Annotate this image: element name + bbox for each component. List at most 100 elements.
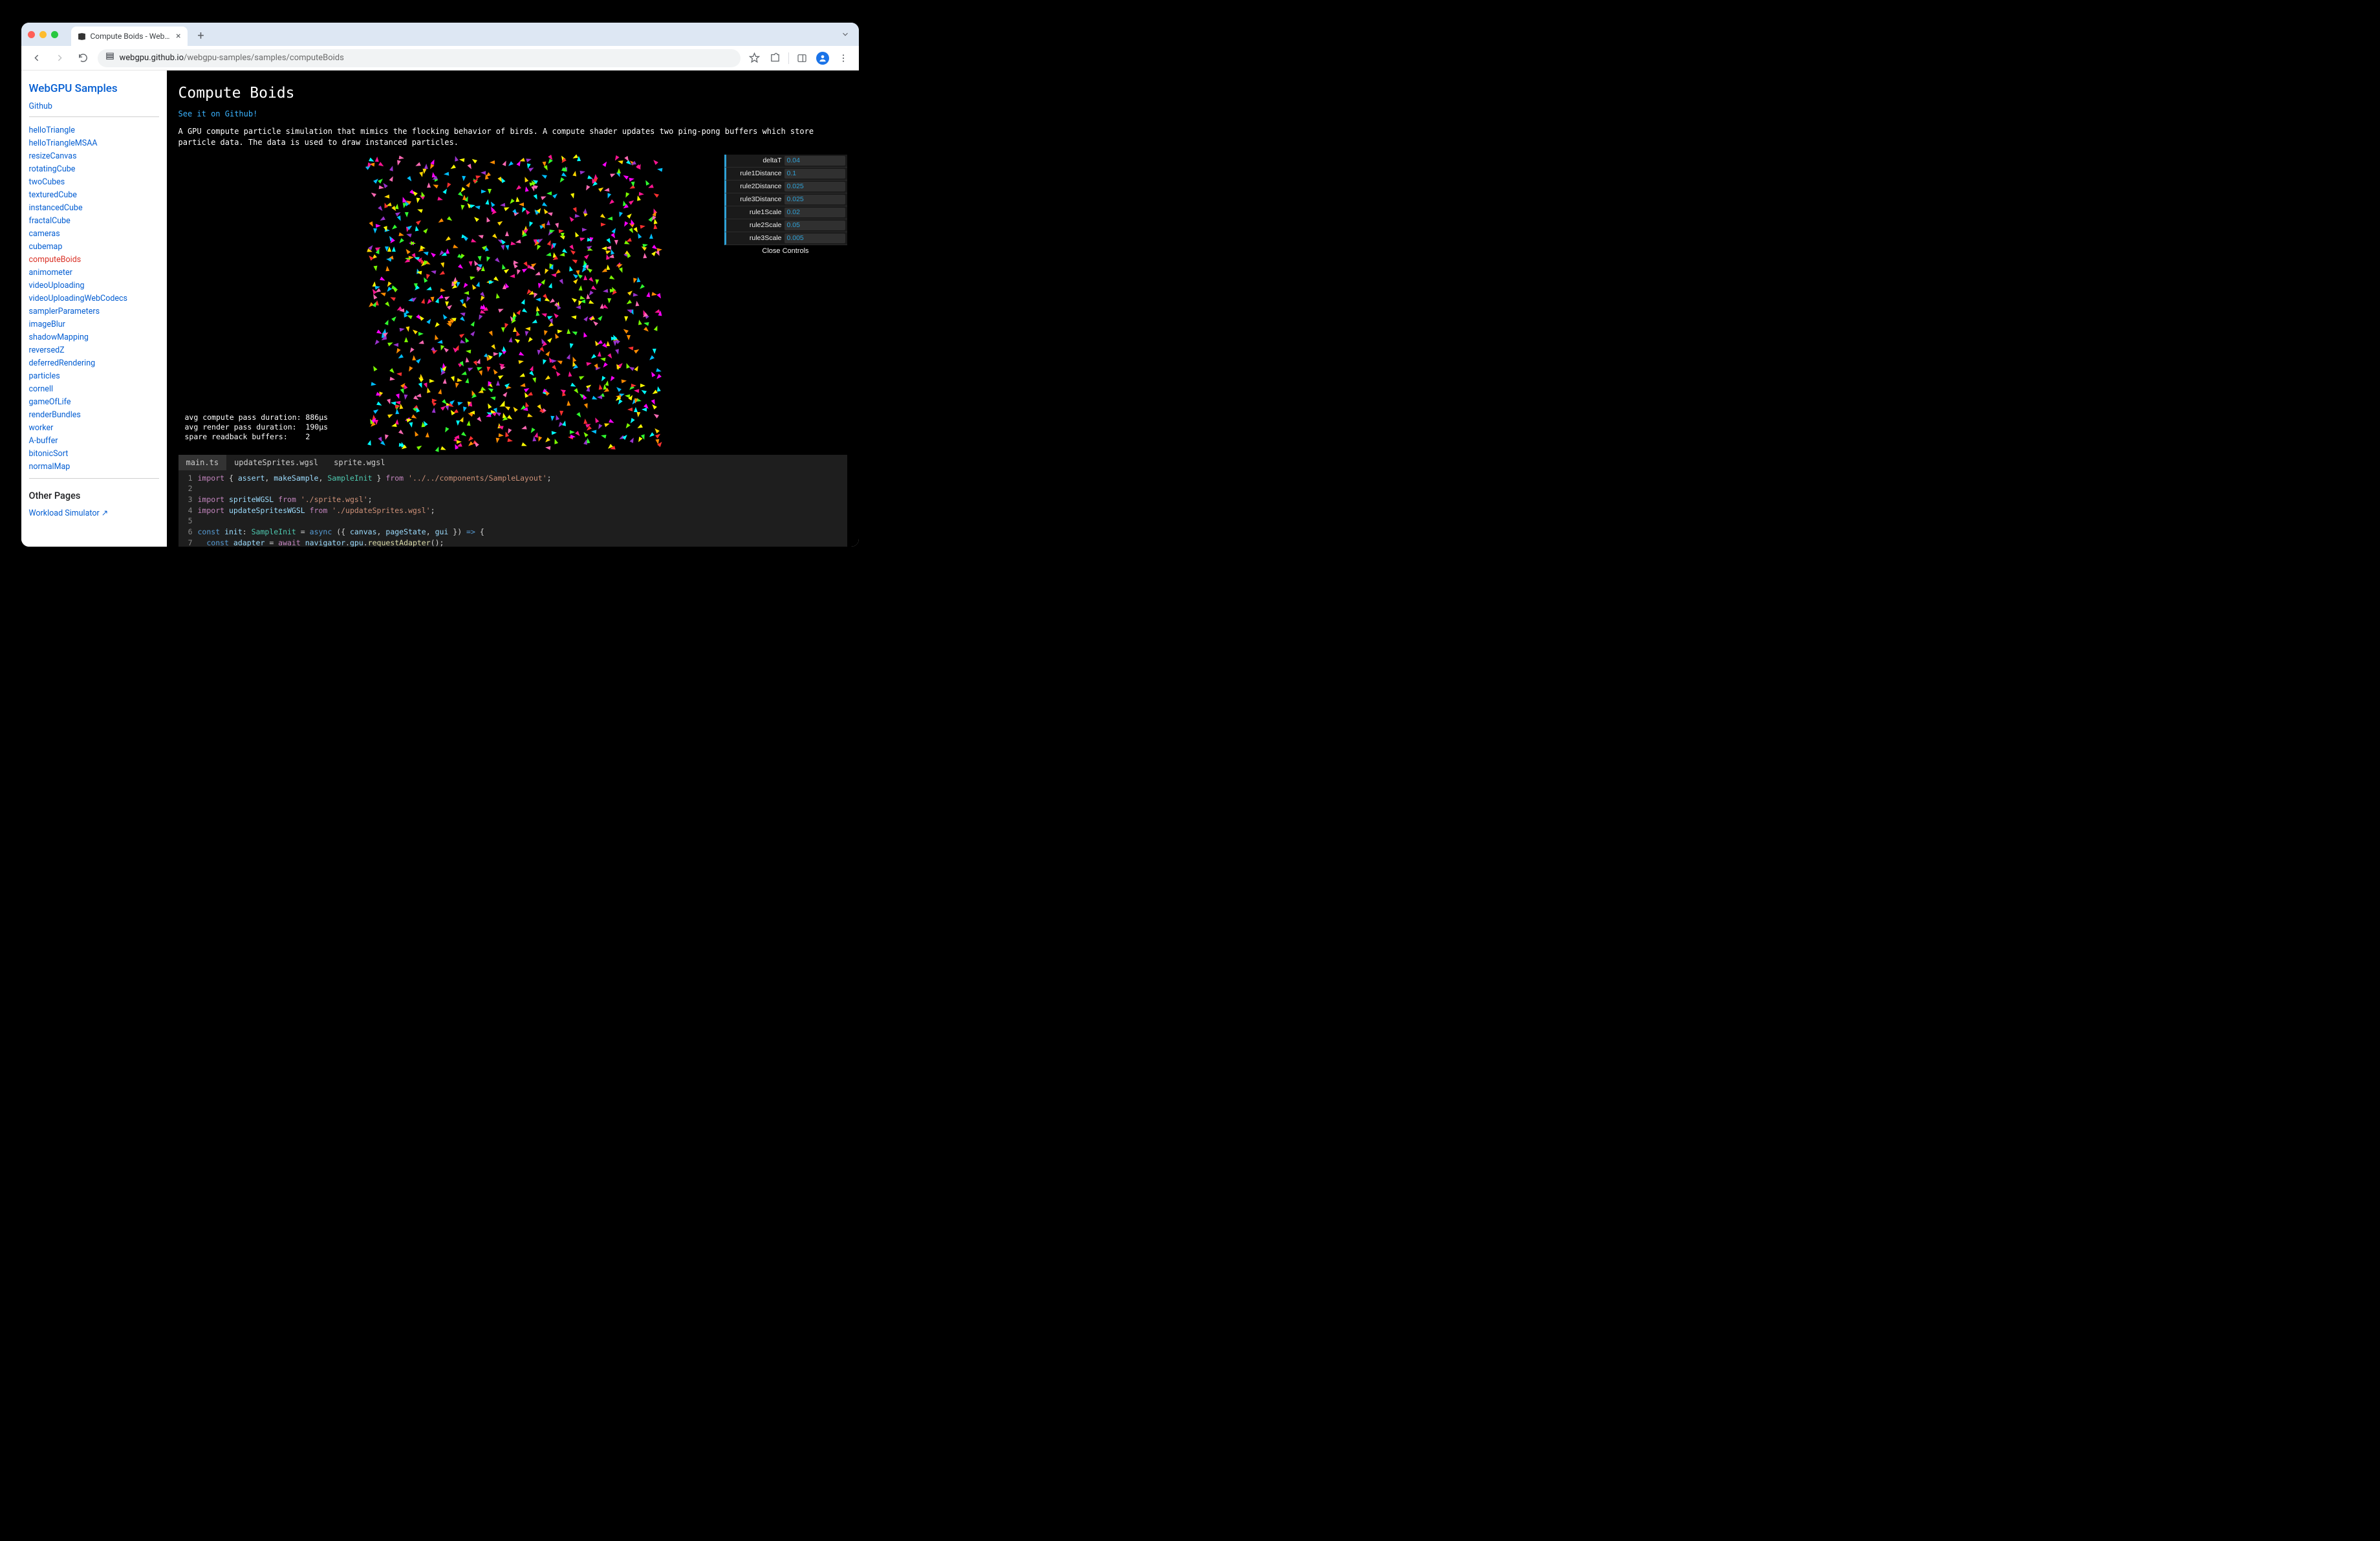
reload-button[interactable]: [74, 49, 92, 67]
sidebar-item-computeBoids[interactable]: computeBoids: [29, 255, 81, 265]
boid-particle: [396, 371, 402, 376]
forward-button[interactable]: [51, 49, 69, 67]
boid-particle: [420, 422, 425, 428]
code-tab-updateSprites-wgsl[interactable]: updateSprites.wgsl: [226, 455, 326, 470]
boid-particle: [484, 257, 490, 263]
sidebar-item-cameras[interactable]: cameras: [29, 229, 60, 239]
sidebar-item-worker[interactable]: worker: [29, 423, 54, 433]
gui-value-input[interactable]: 0.025: [784, 195, 845, 204]
sidebar-item-twoCubes[interactable]: twoCubes: [29, 177, 65, 187]
boid-particle: [416, 219, 422, 225]
sidebar-item-instancedCube[interactable]: instancedCube: [29, 203, 83, 213]
gui-close-button[interactable]: Close Controls: [724, 245, 847, 257]
gui-value-input[interactable]: 0.04: [784, 156, 845, 166]
sidebar-item-reversedZ[interactable]: reversedZ: [29, 345, 65, 355]
new-tab-button[interactable]: +: [193, 27, 210, 44]
boid-particle: [486, 402, 492, 409]
boid-particle: [559, 177, 565, 184]
back-button[interactable]: [28, 49, 46, 67]
sidebar-item-renderBundles[interactable]: renderBundles: [29, 410, 81, 420]
boid-particle: [601, 246, 607, 250]
boid-particle: [533, 194, 539, 201]
bookmark-button[interactable]: [746, 49, 764, 67]
sidebar-item-gameOfLife[interactable]: gameOfLife: [29, 397, 71, 407]
boid-particle: [656, 368, 662, 373]
sidebar-item-animometer[interactable]: animometer: [29, 268, 72, 278]
boid-particle: [429, 379, 435, 383]
window-minimize-button[interactable]: [39, 31, 47, 38]
sidebar: WebGPU Samples Github helloTrianglehello…: [21, 71, 167, 547]
sidebar-item-bitonicSort[interactable]: bitonicSort: [29, 449, 69, 459]
window-maximize-button[interactable]: [51, 31, 58, 38]
sidebar-item-fractalCube[interactable]: fractalCube: [29, 216, 70, 226]
sidebar-item-rotatingCube[interactable]: rotatingCube: [29, 164, 76, 174]
boid-particle: [385, 301, 392, 308]
boid-particle: [640, 384, 645, 388]
boid-particle: [464, 291, 469, 295]
boid-particle: [537, 436, 542, 443]
boid-particle: [422, 250, 428, 256]
boid-particle: [395, 409, 399, 414]
sidebar-item-cubemap[interactable]: cubemap: [29, 242, 63, 252]
gui-value-input[interactable]: 0.02: [784, 208, 845, 217]
workload-simulator-link[interactable]: Workload Simulator ↗: [29, 508, 159, 518]
extensions-button[interactable]: [766, 49, 784, 67]
boid-particle: [490, 396, 496, 401]
boid-particle: [406, 326, 410, 332]
menu-button[interactable]: [834, 49, 852, 67]
boid-particle: [373, 177, 380, 184]
boid-particle: [371, 382, 377, 387]
boid-particle: [515, 185, 521, 191]
code-tab-main-ts[interactable]: main.ts: [178, 455, 227, 470]
boid-particle: [568, 215, 574, 222]
site-info-icon[interactable]: [105, 52, 114, 64]
sidebar-item-videoUploading[interactable]: videoUploading: [29, 281, 85, 290]
boid-particle: [598, 314, 604, 321]
boid-particle: [498, 307, 504, 312]
sidebar-item-texturedCube[interactable]: texturedCube: [29, 190, 77, 200]
github-source-link[interactable]: See it on Github!: [178, 109, 847, 118]
url-input[interactable]: webgpu.github.io/webgpu-samples/samples/…: [98, 49, 741, 67]
sidebar-github-link[interactable]: Github: [29, 102, 159, 111]
sidebar-item-A-buffer[interactable]: A-buffer: [29, 436, 58, 446]
sidebar-item-particles[interactable]: particles: [29, 371, 60, 381]
boid-particle: [552, 192, 559, 199]
window-expand-icon[interactable]: [838, 27, 852, 41]
boid-particle: [519, 373, 525, 378]
boid-particle: [391, 315, 398, 322]
sidebar-item-resizeCanvas[interactable]: resizeCanvas: [29, 151, 77, 161]
gui-value-input[interactable]: 0.1: [784, 169, 845, 179]
window-close-button[interactable]: [28, 31, 35, 38]
boid-particle: [524, 186, 529, 192]
page-title: Compute Boids: [178, 85, 847, 102]
sidebar-item-samplerParameters[interactable]: samplerParameters: [29, 307, 100, 316]
nav-list: helloTriangle helloTriangleMSAA resizeCanv…: [29, 124, 159, 473]
boid-particle: [477, 315, 483, 322]
gui-value-input[interactable]: 0.005: [784, 234, 845, 243]
gui-value-input[interactable]: 0.05: [784, 221, 845, 230]
boid-particle: [638, 284, 645, 290]
sidebar-item-normalMap[interactable]: normalMap: [29, 462, 70, 472]
sidebar-item-helloTriangle[interactable]: helloTriangle: [29, 126, 75, 135]
boid-particle: [413, 430, 419, 437]
boid-particle: [600, 433, 606, 439]
boid-particle: [385, 287, 392, 293]
sidebar-item-cornell[interactable]: cornell: [29, 384, 54, 394]
sidebar-item-deferredRendering[interactable]: deferredRendering: [29, 358, 96, 368]
boid-particle: [575, 214, 581, 219]
sidebar-item-videoUploadingWebCodecs[interactable]: videoUploadingWebCodecs: [29, 294, 128, 303]
boid-particle: [601, 362, 608, 369]
profile-button[interactable]: [814, 49, 832, 67]
content-area: WebGPU Samples Github helloTrianglehello…: [21, 71, 859, 547]
tab-close-button[interactable]: ×: [176, 31, 180, 41]
sidebar-item-shadowMapping[interactable]: shadowMapping: [29, 333, 89, 342]
side-panel-button[interactable]: [793, 49, 811, 67]
sidebar-item-helloTriangleMSAA[interactable]: helloTriangleMSAA: [29, 138, 98, 148]
boid-particle: [404, 395, 408, 400]
boid-particle: [636, 232, 642, 239]
sidebar-item-imageBlur[interactable]: imageBlur: [29, 320, 65, 329]
browser-tab[interactable]: Compute Boids - WebGPU S ×: [71, 27, 188, 46]
code-tab-sprite-wgsl[interactable]: sprite.wgsl: [326, 455, 393, 470]
gui-value-input[interactable]: 0.025: [784, 182, 845, 191]
boid-particle: [404, 248, 411, 254]
